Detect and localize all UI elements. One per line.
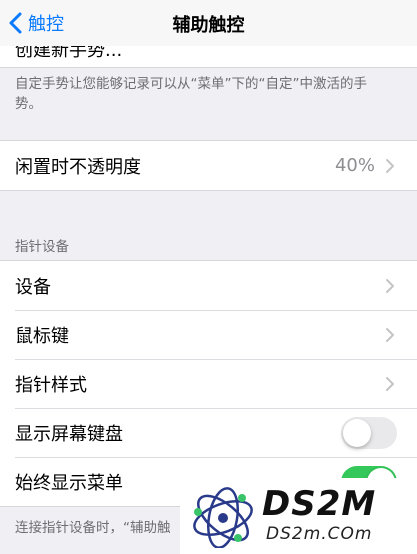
create-gesture-label: 创建新手势... xyxy=(15,46,123,61)
idle-opacity-value: 40% xyxy=(334,155,375,176)
navigation-bar: 触控 辅助触控 xyxy=(0,0,417,46)
mouse-keys-row[interactable]: 鼠标键 xyxy=(0,310,417,359)
toggle-knob xyxy=(343,418,371,447)
pointer-devices-group: 设备 鼠标键 指针样式 显示屏幕键盘 始终显示菜单 xyxy=(0,260,417,507)
watermark-logo xyxy=(193,487,253,548)
show-onscreen-keyboard-toggle[interactable] xyxy=(341,416,397,449)
idle-opacity-label: 闲置时不透明度 xyxy=(15,156,141,178)
show-onscreen-keyboard-label: 显示屏幕键盘 xyxy=(15,423,123,445)
watermark: DS2M DS2m.COm xyxy=(180,478,417,554)
chevron-right-icon xyxy=(386,158,394,173)
chevron-right-icon xyxy=(386,376,394,391)
mouse-keys-label: 鼠标键 xyxy=(15,325,69,347)
pointer-style-label: 指针样式 xyxy=(15,374,87,396)
pointer-devices-header: 指针设备 xyxy=(15,239,69,255)
divider xyxy=(0,67,417,68)
custom-gesture-note: 自定手势让您能够记录可以从“菜单”下的“自定”中激活的手势。 xyxy=(15,76,367,112)
chevron-right-icon xyxy=(386,278,394,293)
idle-opacity-group: 闲置时不透明度 40% xyxy=(0,140,417,191)
pointer-footer-note: 连接指针设备时，“辅助触 xyxy=(15,520,171,536)
devices-row[interactable]: 设备 xyxy=(0,261,417,310)
watermark-brand: DS2M xyxy=(262,484,377,524)
show-onscreen-keyboard-row: 显示屏幕键盘 xyxy=(0,408,417,457)
pointer-style-row[interactable]: 指针样式 xyxy=(0,359,417,408)
devices-label: 设备 xyxy=(15,276,51,298)
page-title: 辅助触控 xyxy=(172,15,245,36)
create-gesture-row[interactable]: 创建新手势... xyxy=(0,46,417,68)
watermark-url: DS2m.COm xyxy=(266,524,373,544)
chevron-right-icon xyxy=(386,327,394,342)
idle-opacity-row[interactable]: 闲置时不透明度 40% xyxy=(0,141,417,190)
